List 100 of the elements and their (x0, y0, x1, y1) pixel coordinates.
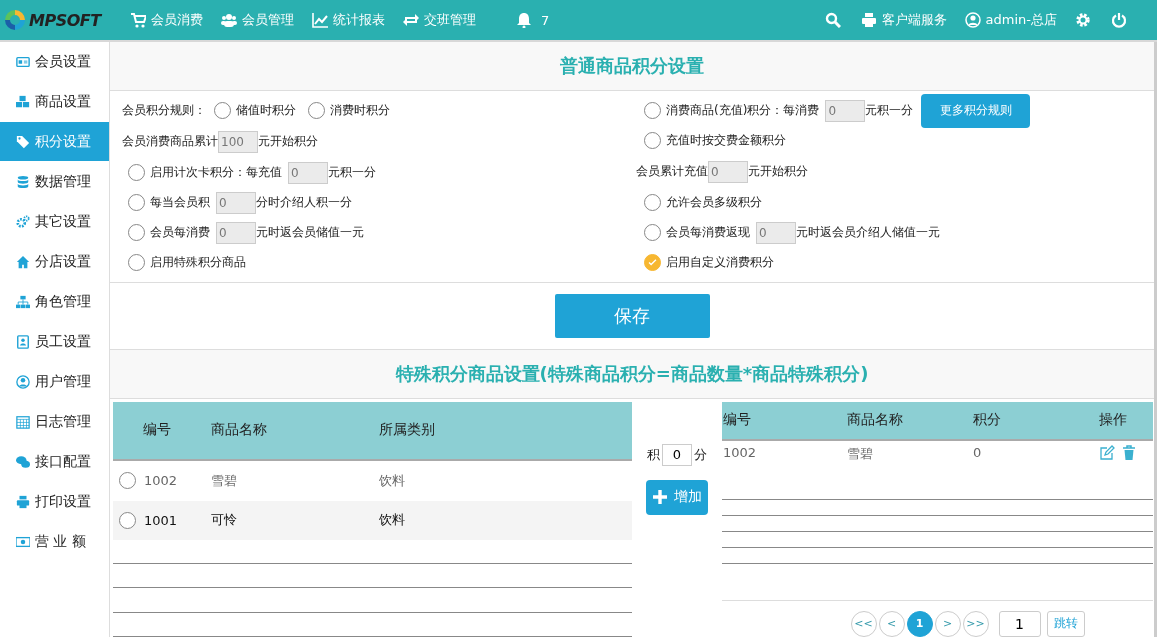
calendar-icon (16, 414, 30, 429)
section-title: 特殊积分商品设置(特殊商品积分=商品数量*商品特殊积分) (110, 350, 1154, 399)
org-chart-icon (16, 294, 30, 309)
sidebar-item[interactable]: 打印设置 (0, 482, 109, 522)
radio-button[interactable] (128, 194, 145, 212)
sidebar-item[interactable]: 其它设置 (0, 202, 109, 242)
rule-label: 允许会员多级积分 (666, 194, 762, 212)
more-rules-button[interactable]: 更多积分规则 (921, 93, 1031, 128)
notifications-link[interactable]: 7 (516, 12, 550, 28)
radio-button[interactable] (644, 132, 661, 150)
nav-link[interactable]: 会员管理 (221, 11, 294, 29)
nav-link[interactable]: 会员消费 (130, 11, 203, 29)
column-header: 商品名称 (846, 402, 972, 440)
user-menu[interactable]: admin-总店 (964, 11, 1057, 29)
table-cell: 1002 (723, 445, 757, 460)
chat-icon (16, 454, 30, 469)
sidebar-item[interactable]: 用户管理 (0, 362, 109, 402)
nav-link[interactable]: 统计报表 (312, 11, 385, 29)
radio-button[interactable] (128, 164, 145, 182)
rule-label: 会员积分规则： (122, 102, 206, 120)
rule-label: 元开始积分 (258, 133, 318, 151)
sidebar-item[interactable]: 数据管理 (0, 162, 109, 202)
input-field[interactable]: 0 (708, 160, 748, 183)
rule-label: 会员每消费返现 (666, 224, 750, 242)
rule-label: 会员每消费 (150, 224, 210, 242)
input-field[interactable]: 0 (288, 161, 328, 184)
trash-icon[interactable] (1121, 445, 1137, 461)
search-icon[interactable] (824, 12, 841, 28)
page-input[interactable]: 1 (998, 611, 1041, 637)
save-button[interactable]: 保存 (554, 294, 710, 338)
sidebar-item[interactable]: 营 业 额 (0, 522, 109, 562)
nav-link[interactable]: 交班管理 (403, 11, 476, 29)
settings-icon[interactable] (1075, 12, 1091, 28)
sidebar-item[interactable]: 积分设置 (0, 122, 109, 162)
id-badge-icon (16, 334, 30, 349)
option-label: 消费时积分 (330, 102, 390, 120)
table-cell: 雪碧 (847, 446, 873, 461)
database-icon (16, 174, 30, 189)
input-field[interactable]: 100 (218, 130, 258, 153)
printer-icon (16, 494, 30, 509)
rule-label: 启用计次卡积分：每充值 (150, 164, 282, 182)
rule-label: 充值时按交费金额积分 (666, 132, 786, 150)
radio-button[interactable] (128, 254, 145, 272)
radio-button[interactable] (119, 472, 136, 490)
input-field[interactable]: 0 (216, 191, 256, 214)
page-button[interactable]: << (850, 611, 877, 637)
client-service-link[interactable]: 客户端服务 (860, 11, 947, 29)
table-cell: 可怜 (211, 512, 237, 528)
radio-button[interactable] (128, 224, 145, 242)
input-field[interactable]: 0 (825, 99, 866, 122)
option-label: 储值时积分 (236, 102, 296, 120)
page-button[interactable]: 1 (906, 611, 933, 637)
rule-label: 元积一分 (328, 164, 376, 182)
printer-icon (860, 12, 877, 28)
radio-button[interactable] (214, 102, 231, 120)
rule-label: 元时返会员介绍人储值一元 (796, 224, 940, 242)
column-header: 编号 (722, 402, 846, 440)
input-field[interactable]: 0 (216, 221, 256, 244)
column-header: 积分 (972, 402, 1098, 440)
edit-icon[interactable] (1099, 445, 1115, 461)
sidebar-item[interactable]: 会员设置 (0, 42, 109, 82)
power-icon[interactable] (1111, 12, 1127, 28)
sidebar-item[interactable]: 员工设置 (0, 322, 109, 362)
radio-button[interactable] (644, 102, 661, 120)
table-cell: 饮料 (379, 512, 405, 528)
logo-icon (4, 9, 26, 31)
radio-button[interactable] (644, 254, 661, 272)
bell-icon (516, 12, 532, 28)
jump-button[interactable]: 跳转 (1046, 611, 1085, 637)
points-label: 积 (647, 446, 660, 464)
logo-text: MPSOFT (29, 10, 101, 30)
column-header: 商品名称 (210, 402, 378, 460)
table-cell: 0 (973, 445, 982, 460)
radio-button[interactable] (119, 511, 136, 529)
page-button[interactable]: > (934, 611, 961, 637)
sidebar-item[interactable]: 角色管理 (0, 282, 109, 322)
table-cell: 1001 (144, 512, 178, 528)
home-icon (16, 254, 30, 269)
column-header: 操作 (1098, 402, 1153, 440)
tag-icon (16, 134, 30, 149)
rule-label: 消费商品(充值)积分：每消费 (666, 102, 820, 120)
rule-label: 启用特殊积分商品 (150, 254, 246, 272)
add-button[interactable]: 增加 (646, 480, 708, 515)
column-header: 编号 (113, 402, 210, 460)
input-field[interactable]: 0 (756, 221, 796, 244)
rule-label: 启用自定义消费积分 (666, 254, 774, 272)
rule-label: 会员累计充值 (636, 163, 708, 181)
radio-button[interactable] (308, 102, 325, 120)
sidebar-item[interactable]: 分店设置 (0, 242, 109, 282)
points-input[interactable]: 0 (662, 444, 692, 466)
rule-label: 分时介绍人积一分 (256, 194, 352, 212)
section-title: 普通商品积分设置 (110, 42, 1154, 91)
sidebar-item[interactable]: 日志管理 (0, 402, 109, 442)
table-cell: 饮料 (379, 472, 405, 488)
page-button[interactable]: >> (962, 611, 989, 637)
line-chart-icon (312, 12, 328, 28)
sidebar-item[interactable]: 接口配置 (0, 442, 109, 482)
page-button[interactable]: < (878, 611, 905, 637)
radio-button[interactable] (644, 224, 661, 242)
radio-button[interactable] (644, 194, 661, 212)
